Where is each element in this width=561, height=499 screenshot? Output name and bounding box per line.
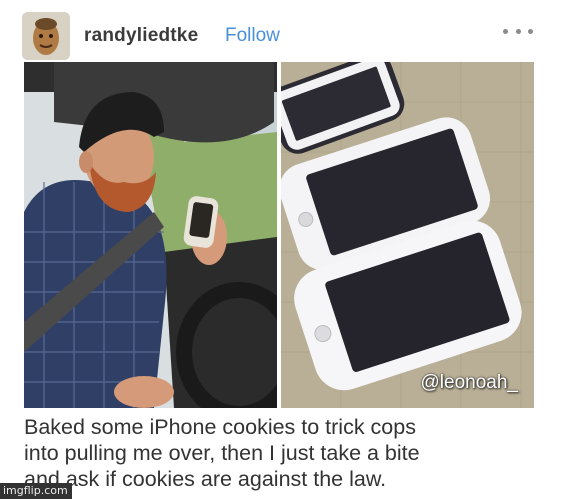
photo-iphone-cookies: @leonoah_	[281, 62, 534, 408]
post-card: randyliedtke Follow @leonoah_ Baked some…	[0, 0, 561, 499]
watermark-handle: @leonoah_	[420, 372, 518, 393]
cookies-illustration	[281, 62, 534, 408]
ellipsis-icon[interactable]	[503, 20, 533, 42]
photo-man-in-car	[24, 62, 277, 408]
avatar-image	[22, 12, 70, 60]
caption-line: and ask if cookies are against the law.	[24, 467, 387, 491]
post-header: randyliedtke Follow	[22, 12, 541, 60]
post-caption: Baked some iPhone cookies to trick cops …	[24, 414, 544, 492]
dot	[515, 28, 521, 34]
site-watermark: imgflip.com	[0, 483, 72, 499]
follow-button[interactable]: Follow	[225, 25, 280, 47]
caption-line: Baked some iPhone cookies to trick cops	[24, 415, 416, 439]
username[interactable]: randyliedtke	[84, 25, 198, 47]
dot	[528, 28, 533, 34]
avatar[interactable]	[22, 12, 70, 60]
dot	[503, 28, 508, 34]
car-scene-illustration	[24, 62, 277, 408]
caption-line: into pulling me over, then I just take a…	[24, 441, 420, 465]
